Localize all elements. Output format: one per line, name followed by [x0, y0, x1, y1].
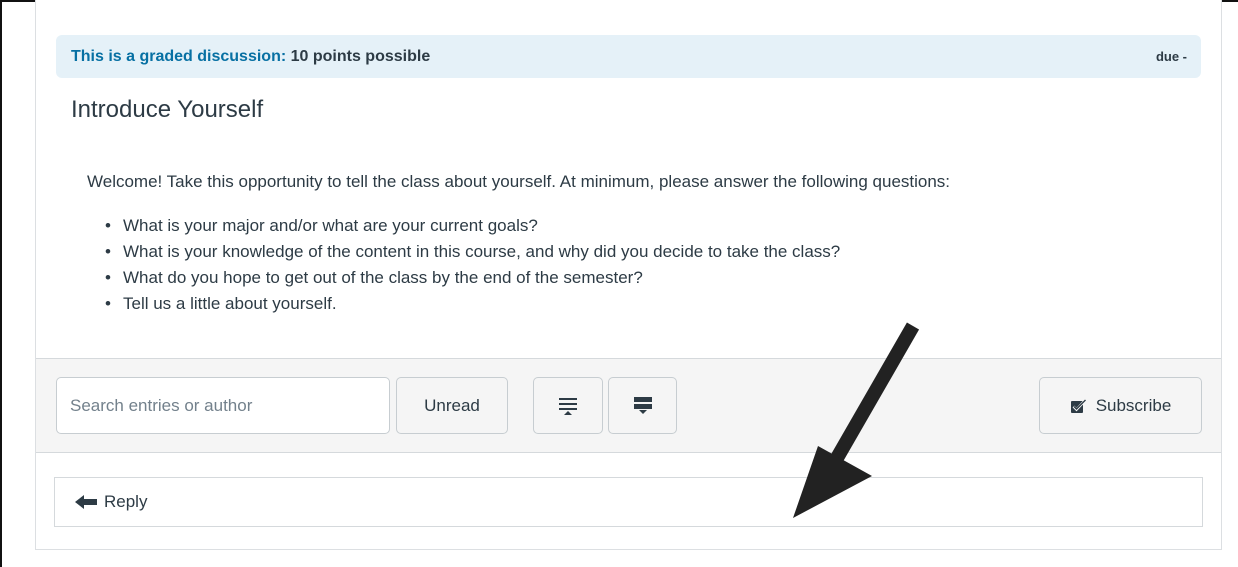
question-item: • Tell us a little about yourself.: [105, 291, 840, 317]
question-text: What is your knowledge of the content in…: [123, 242, 841, 261]
question-item: • What do you hope to get out of the clas…: [105, 265, 840, 291]
subscribe-label: Subscribe: [1095, 395, 1172, 415]
unread-button[interactable]: Unread: [396, 377, 508, 434]
checkbox-checked-icon: [1070, 398, 1088, 414]
reply-button[interactable]: Reply: [54, 477, 1203, 527]
bullet-icon: •: [105, 242, 111, 261]
expand-all-icon: [557, 396, 579, 416]
points-possible: 10 points possible: [290, 47, 431, 65]
discussion-title: Introduce Yourself: [71, 96, 264, 123]
bullet-icon: •: [105, 294, 111, 313]
question-item: • What is your knowledge of the content i…: [105, 239, 840, 265]
subscribe-button[interactable]: Subscribe: [1039, 377, 1202, 434]
graded-info: This is a graded discussion: 10 points p…: [71, 48, 430, 66]
question-list: • What is your major and/or what are your…: [105, 213, 840, 317]
reply-label: Reply: [104, 492, 148, 511]
graded-label: This is a graded discussion:: [71, 47, 287, 65]
unread-label: Unread: [424, 395, 480, 415]
bullet-icon: •: [105, 268, 111, 287]
expand-all-button[interactable]: [533, 377, 603, 434]
question-text: What do you hope to get out of the class…: [123, 268, 643, 287]
bullet-icon: •: [105, 216, 111, 235]
search-input[interactable]: [56, 377, 390, 434]
question-item: • What is your major and/or what are your…: [105, 213, 840, 239]
collapse-all-icon: [632, 396, 654, 416]
reply-arrow-icon: [74, 494, 98, 510]
question-text: Tell us a little about yourself.: [123, 294, 337, 313]
due-date: due -: [1155, 49, 1187, 64]
graded-discussion-banner: This is a graded discussion: 10 points p…: [56, 35, 1201, 78]
collapse-all-button[interactable]: [608, 377, 677, 434]
question-text: What is your major and/or what are your …: [123, 216, 538, 235]
discussion-intro: Welcome! Take this opportunity to tell t…: [87, 172, 951, 191]
